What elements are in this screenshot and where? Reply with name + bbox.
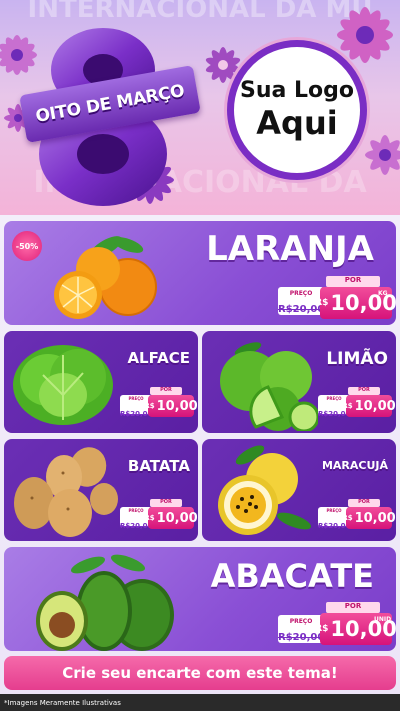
product-name: ALFACE (127, 349, 190, 367)
potato-image (14, 447, 118, 537)
discount-badge: -50% (12, 231, 42, 261)
new-price-tag: R$ 10,00 (342, 507, 396, 529)
product-card-laranja: -50% LARANJA POR PREÇO R$20,00 R$ 10,00 … (4, 221, 396, 325)
new-price: 10,00 (156, 398, 198, 414)
product-card-maracuja: MARACUJÁ POR PREÇO R$20,00 R$ 10,00 (202, 439, 396, 541)
unit-label: KG (378, 290, 388, 297)
por-label: POR (348, 499, 380, 507)
por-label: POR (326, 276, 380, 287)
product-card-abacate: ABACATE POR PREÇO R$20,00 R$ 10,00 UNID (4, 547, 396, 651)
new-price-tag: R$ 10,00 (144, 395, 198, 417)
footer-disclaimer: *Imagens Meramente Ilustrativas (0, 694, 400, 711)
passion-fruit-image (218, 445, 312, 535)
product-card-batata: BATATA POR PREÇO R$20,00 R$ 10,00 (4, 439, 198, 541)
product-name: ABACATE (210, 557, 374, 595)
por-label: POR (326, 602, 380, 613)
header-banner: INTERNACIONAL DA MU INTERNACIONAL DA OIT… (0, 0, 400, 215)
new-price: 10,00 (354, 398, 396, 414)
lettuce-image (13, 345, 113, 425)
new-price: 10,00 (354, 510, 396, 526)
old-price-label: PREÇO (289, 290, 313, 297)
por-label: POR (348, 387, 380, 395)
currency: R$ (342, 514, 353, 522)
currency: R$ (144, 514, 155, 522)
avocado-image (36, 554, 174, 651)
new-price-tag: R$ 10,00 (144, 507, 198, 529)
currency: R$ (315, 624, 329, 634)
por-label: POR (150, 387, 182, 395)
product-card-limao: LIMÃO POR PREÇO R$20,00 R$ 10,00 (202, 331, 396, 433)
cta-button[interactable]: Crie seu encarte com este tema! (4, 656, 396, 690)
currency: R$ (315, 298, 329, 308)
new-price-tag: R$ 10,00 (342, 395, 396, 417)
flower-icon (365, 135, 400, 175)
unit-label: UNID (374, 616, 392, 623)
currency: R$ (144, 402, 155, 410)
orange-image (54, 236, 157, 319)
logo-line2: Aqui (256, 104, 338, 142)
currency: R$ (342, 402, 353, 410)
product-card-alface: ALFACE POR PREÇO R$20,00 R$ 10,00 (4, 331, 198, 433)
logo-line1: Sua Logo (239, 78, 354, 103)
product-name: BATATA (127, 457, 190, 475)
por-label: POR (150, 499, 182, 507)
product-name: LIMÃO (326, 349, 388, 369)
product-name: MARACUJÁ (321, 459, 388, 472)
product-name: LARANJA (206, 229, 374, 269)
new-price: 10,00 (156, 510, 198, 526)
logo-placeholder: Sua Logo Aqui (227, 40, 367, 180)
products-area: -50% LARANJA POR PREÇO R$20,00 R$ 10,00 … (0, 215, 400, 711)
lime-image (220, 342, 318, 431)
